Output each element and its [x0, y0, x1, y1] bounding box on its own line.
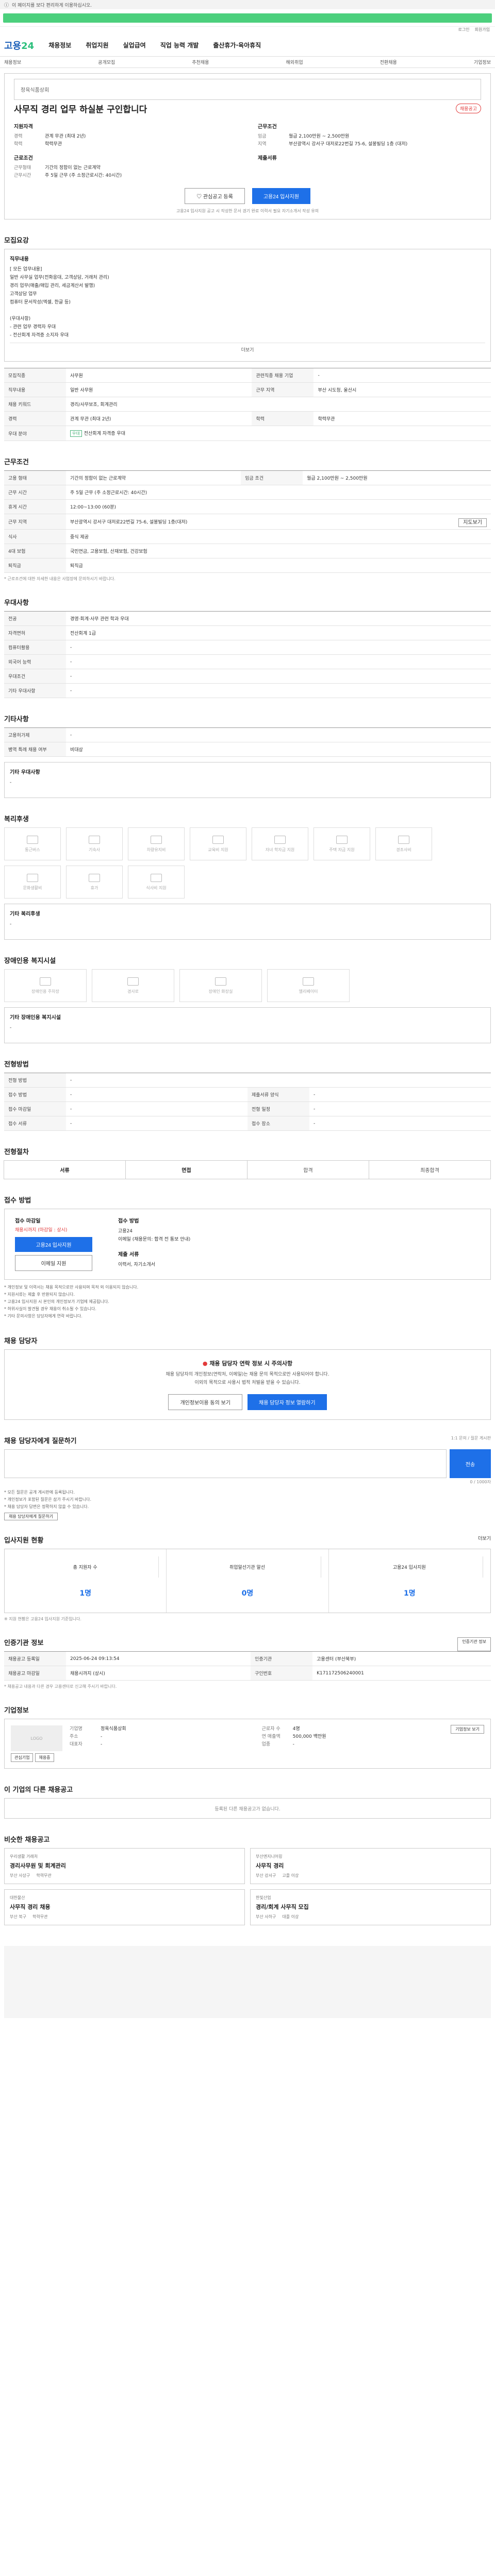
similar-job-card[interactable]: 대한물산 사무직 경리 채용 부산 북구 학력무관: [4, 1889, 245, 1925]
similar-job-card[interactable]: 우리생활 거래처 경리사무원 및 회계관리 부산 사상구 학력무관: [4, 1848, 245, 1884]
info-section: 인증기관 정보 인증기관 정보 채용공고 등록일 2025-06-24 09:13:…: [4, 1637, 491, 1689]
login-link[interactable]: 로그인: [458, 27, 469, 34]
green-banner-bar: [3, 13, 492, 23]
job-title: 사무직 경리 업무 하실분 구인합니다: [14, 105, 147, 115]
question-textarea[interactable]: [4, 1449, 447, 1478]
site-logo[interactable]: 고용24: [4, 39, 34, 52]
work-heading: 근무조건: [258, 124, 277, 130]
apply-button-2[interactable]: 고용24 입사지원: [15, 1237, 92, 1252]
ask-link[interactable]: 채용 담당자에게 질문하기: [4, 1513, 58, 1520]
process-section: 전형방법 전형 방법 - 접수 방법 - 제출서류 양식 - 접수 마감일 - 전형 일정 -…: [4, 1059, 491, 1131]
welfare-section: 복리후생 통근버스 기숙사 차량유지비 교육비 지원 자녀 학자금 지원 주택 …: [4, 814, 491, 940]
similar-section: 비슷한 채용공고 우리생활 거래처 경리사무원 및 회계관리 부산 사상구 학력무관 …: [4, 1834, 491, 1925]
subnav-item[interactable]: 추천채용: [192, 59, 209, 65]
welfare-culture-icon: 문화생활비: [4, 866, 61, 899]
email-apply-button[interactable]: 이메일 지원: [15, 1255, 92, 1271]
view-manager-button[interactable]: 채용 담당자 정보 열람하기: [248, 1394, 327, 1410]
interest-button[interactable]: ♡ 관심공고 등록: [185, 188, 245, 204]
benefits-section: 우대사항 전공 경영·회계·사무 관련 학과 우대 자격면허 전산회계 1급 컴퓨터…: [4, 597, 491, 698]
how-section: 접수 방법 접수 마감일 채용시까지 (마감일 : 상시) 고용24 입사지원 …: [4, 1195, 491, 1320]
more-button[interactable]: 더보기: [10, 343, 485, 356]
top-notice-text: 이 페이지를 보다 편리하게 이용하십시오.: [12, 3, 92, 8]
send-button[interactable]: 전송: [450, 1449, 491, 1478]
work-section: 근무조건 고용 형태 기간의 정함이 없는 근로계약 임금 조건 월급 2,100만원…: [4, 456, 491, 582]
footer: [4, 1946, 491, 2018]
privacy-consent-button[interactable]: 개인정보이용 동의 보기: [168, 1394, 242, 1410]
interest-company-button[interactable]: 관심기업: [11, 1753, 34, 1762]
work-table: 고용 형태 기간의 정함이 없는 근로계약 임금 조건 월급 2,100만원 ~ 2,…: [4, 470, 491, 573]
manager-section: 채용 담당자 ● 채용 담당자 연락 정보 시 주의사항 채용 담당자의 개인정…: [4, 1335, 491, 1420]
job-header: 정육식품상회 사무직 경리 업무 하실분 구인합니다 채용공고 지원자격 경력 관계…: [4, 73, 491, 219]
signup-link[interactable]: 회원가입: [475, 27, 490, 34]
ramp-icon: 경사로: [92, 969, 174, 1002]
welfare-car-icon: 차량유지비: [128, 827, 185, 860]
apply-button[interactable]: 고용24 입사지원: [252, 188, 310, 204]
other-section: 기타사항 고용허가제 - 병역 특례 채용 여부 비대상 기타 우대사항 -: [4, 714, 491, 798]
welfare-house-icon: 주택 자금 지원: [314, 827, 370, 860]
step-docs: 서류: [4, 1160, 126, 1179]
top-banner: [0, 9, 495, 27]
status-badge: 채용공고: [455, 104, 481, 113]
qna-section: 채용 담당자에게 질문하기 1:1 문의 / 질문 게시판 전송 0 / 100…: [4, 1435, 491, 1520]
subnav-item[interactable]: 해외취업: [286, 59, 303, 65]
sub-nav: 채용정보 공개모집 추천채용 해외취업 전환채용 기업정보: [0, 57, 495, 68]
disabled-section: 장애인용 복지시설 장애인용 주차장 경사로 장애인 화장실 엘리베이터 기타 …: [4, 955, 491, 1043]
welfare-bus-icon: 통근버스: [4, 827, 61, 860]
nav-jobs[interactable]: 채용정보: [48, 41, 71, 49]
qualification-heading: 지원자격: [14, 124, 33, 130]
company-name: 정육식품상회: [14, 79, 481, 100]
utility-links: 로그인 회원가입: [0, 27, 495, 34]
company-logo: LOGO: [11, 1725, 62, 1751]
company-info-button[interactable]: 기업정보 보기: [451, 1725, 484, 1734]
welfare-child-icon: 자녀 학자금 지원: [252, 827, 308, 860]
toilet-icon: 장애인 화장실: [179, 969, 262, 1002]
step-final: 최종합격: [369, 1160, 491, 1179]
step-pass: 합격: [247, 1160, 369, 1179]
docs-heading: 제출서류: [258, 156, 277, 161]
info-icon: ⓘ: [4, 3, 9, 8]
info-button[interactable]: 인증기관 정보: [457, 1637, 491, 1651]
nav-unemployment[interactable]: 실업급여: [123, 41, 146, 49]
company-section: 기업정보 LOGO 관심기업 채용중 기업명 정육식품상회 주소 - 대표자 - 근로…: [4, 1705, 491, 1769]
apply-note: 고용24 입사지원 공고 시 작성한 문서 경기 완료 이력서 필요 자기소개서…: [176, 209, 319, 213]
nav-support[interactable]: 취업지원: [86, 41, 108, 49]
nav-leave[interactable]: 출산휴가·육아휴직: [213, 41, 261, 49]
job-description: [ 모든 업무내용] 일반 사무실 업무(전화응대, 고객상담, 거래처 관리)…: [10, 267, 109, 338]
warning-icon: ●: [202, 1360, 208, 1367]
hiring-button[interactable]: 채용중: [35, 1753, 54, 1762]
recruit-section: 모집요강 직무내용 [ 모든 업무내용] 일반 사무실 업무(전화응대, 고객상…: [4, 235, 491, 441]
top-notice-bar: ⓘ 이 페이지를 보다 편리하게 이용하십시오.: [0, 0, 495, 9]
similar-job-card[interactable]: 한빛산업 경리/회계 사무직 모집 부산 사하구 대졸 이상: [250, 1889, 491, 1925]
subnav-item[interactable]: 채용정보: [4, 59, 21, 65]
stats-section: 입사지원 현황 더보기 총 지원자 수 1명 취업알선기관 알선 0명 고용24 입사…: [4, 1536, 491, 1621]
subnav-item[interactable]: 전환채용: [380, 59, 397, 65]
parking-icon: 장애인용 주차장: [4, 969, 87, 1002]
welfare-meal-icon: 식사비 지원: [128, 866, 185, 899]
welfare-vacation-icon: 휴가: [66, 866, 123, 899]
map-button[interactable]: 지도보기: [458, 518, 487, 527]
recruit-table: 모집직종 사무원 관련직종 채용 기업 - 직무내용 일반 사무원 근무 지역 부산 시도청…: [4, 368, 491, 441]
same-company-section: 이 기업의 다른 채용공고 등록된 다른 채용공고가 없습니다.: [4, 1784, 491, 1819]
welfare-edu-icon: 교육비 지원: [190, 827, 246, 860]
recruit-title: 모집요강: [4, 237, 29, 245]
subnav-item[interactable]: 공개모집: [98, 59, 115, 65]
similar-job-card[interactable]: 부산엔지니어링 사무직 경리 부산 강서구 고졸 이상: [250, 1848, 491, 1884]
step-interview: 면접: [125, 1160, 248, 1179]
progress-section: 전형절차 서류 면접 합격 최종합격: [4, 1146, 491, 1179]
subnav-item[interactable]: 기업정보: [474, 59, 491, 65]
welfare-dorm-icon: 기숙사: [66, 827, 123, 860]
global-nav: 고용24 채용정보 취업지원 실업급여 직업 능력 개발 출산휴가·육아휴직: [0, 34, 495, 57]
welfare-event-icon: 경조사비: [375, 827, 432, 860]
condition-heading: 근로조건: [14, 156, 33, 161]
nav-training[interactable]: 직업 능력 개발: [160, 41, 199, 49]
elevator-icon: 엘리베이터: [267, 969, 350, 1002]
